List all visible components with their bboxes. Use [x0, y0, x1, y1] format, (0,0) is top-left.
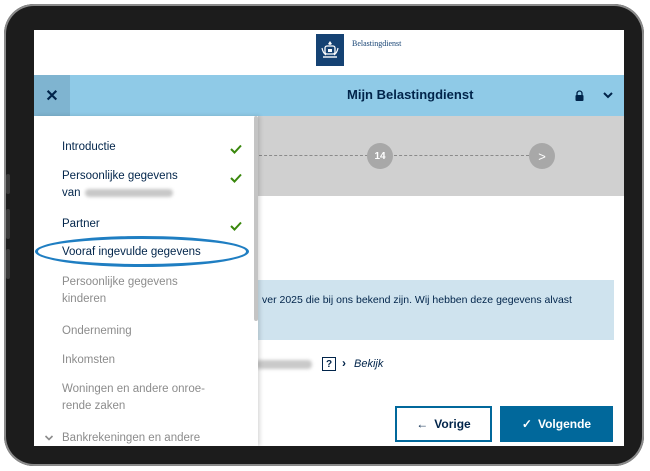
progress-stepper: 14 > — [254, 116, 624, 196]
coat-of-arms-icon — [321, 41, 339, 58]
close-icon: ✕ — [45, 87, 59, 105]
redacted-text — [256, 360, 312, 369]
sidebar-item-label: Inkomsten — [62, 354, 116, 366]
page-title: Mijn Belastingdienst — [347, 87, 474, 102]
tablet-frame: Belastingdienst ✕ Mijn Belastingdienst 1… — [4, 4, 644, 466]
rijksoverheid-logo — [316, 34, 344, 66]
government-header: Belastingdienst — [34, 30, 624, 75]
stepper-line — [259, 155, 368, 156]
sidebar-item-onderneming: Onderneming — [62, 323, 242, 340]
sidebar-scrollbar[interactable] — [254, 116, 258, 321]
sidebar-item-persoonlijke-gegevens-kinderen: Persoonlijke gegevens kinderen — [62, 274, 242, 308]
info-text: ver 2025 die bij ons bekend zijn. Wij he… — [262, 294, 572, 306]
sidebar-item-label: Introductie — [62, 141, 116, 153]
current-step-indicator: 14 — [367, 143, 393, 169]
next-button-label: Volgende — [537, 417, 592, 431]
close-menu-button[interactable]: ✕ — [34, 75, 70, 116]
sidebar-item-persoonlijke-gegevens[interactable]: Persoonlijke gegevens van — [62, 168, 242, 202]
next-button[interactable]: ✓ Volgende — [500, 406, 613, 442]
sidebar-item-label-line2: rende zaken — [62, 400, 126, 412]
screen: Belastingdienst ✕ Mijn Belastingdienst 1… — [34, 30, 624, 446]
sidebar-item-introductie[interactable]: Introductie — [62, 139, 242, 156]
sidebar-item-label: Bankrekeningen en andere — [62, 432, 201, 444]
help-button[interactable]: ? — [322, 357, 336, 371]
checkmark-icon — [230, 173, 242, 183]
sidebar-item-label: Persoonlijke gegevens — [62, 170, 178, 182]
chevron-down-icon[interactable] — [44, 433, 54, 443]
sidebar-item-label: Persoonlijke gegevens — [62, 276, 178, 288]
top-navigation-bar: ✕ Mijn Belastingdienst — [34, 75, 624, 116]
sidebar-item-woningen: Woningen en andere onroe- rende zaken — [62, 381, 242, 415]
checkmark-icon — [230, 221, 242, 231]
arrow-left-icon: ← — [416, 417, 429, 431]
device-volume-up — [6, 209, 10, 239]
sidebar-item-label: Woningen en andere onroe- — [62, 383, 206, 395]
sidebar-item-label-line2: kinderen — [62, 293, 107, 305]
sidebar-item-label: Onderneming — [62, 325, 132, 337]
chevron-right-icon: › — [342, 356, 346, 370]
stepper-line-next — [394, 155, 529, 156]
info-panel: ver 2025 die bij ons bekend zijn. Wij he… — [254, 280, 614, 340]
lock-icon[interactable] — [575, 90, 584, 101]
steps-sidebar: Introductie Persoonlijke gegevens van Pa… — [34, 116, 258, 446]
sidebar-item-partner[interactable]: Partner — [62, 216, 242, 233]
checkmark-icon — [230, 144, 242, 154]
highlight-ring — [35, 236, 249, 267]
previous-button-label: Vorige — [434, 417, 471, 431]
sidebar-item-inkomsten: Inkomsten — [62, 352, 242, 369]
brand-name: Belastingdienst — [352, 39, 402, 48]
device-volume-down — [6, 249, 10, 279]
redacted-name — [84, 188, 173, 197]
previous-button[interactable]: ← Vorige — [395, 406, 492, 442]
sidebar-item-label: Partner — [62, 218, 100, 230]
sidebar-item-bankrekeningen: Bankrekeningen en andere — [62, 430, 242, 446]
sidebar-item-label-line2: van — [62, 187, 81, 199]
prefilled-data-row: ? › Bekijk — [256, 356, 456, 374]
check-icon: ✓ — [521, 417, 532, 431]
view-link[interactable]: Bekijk — [354, 358, 383, 370]
device-side-button — [6, 174, 10, 194]
next-step-button[interactable]: > — [529, 143, 555, 169]
chevron-down-icon[interactable] — [602, 89, 614, 101]
